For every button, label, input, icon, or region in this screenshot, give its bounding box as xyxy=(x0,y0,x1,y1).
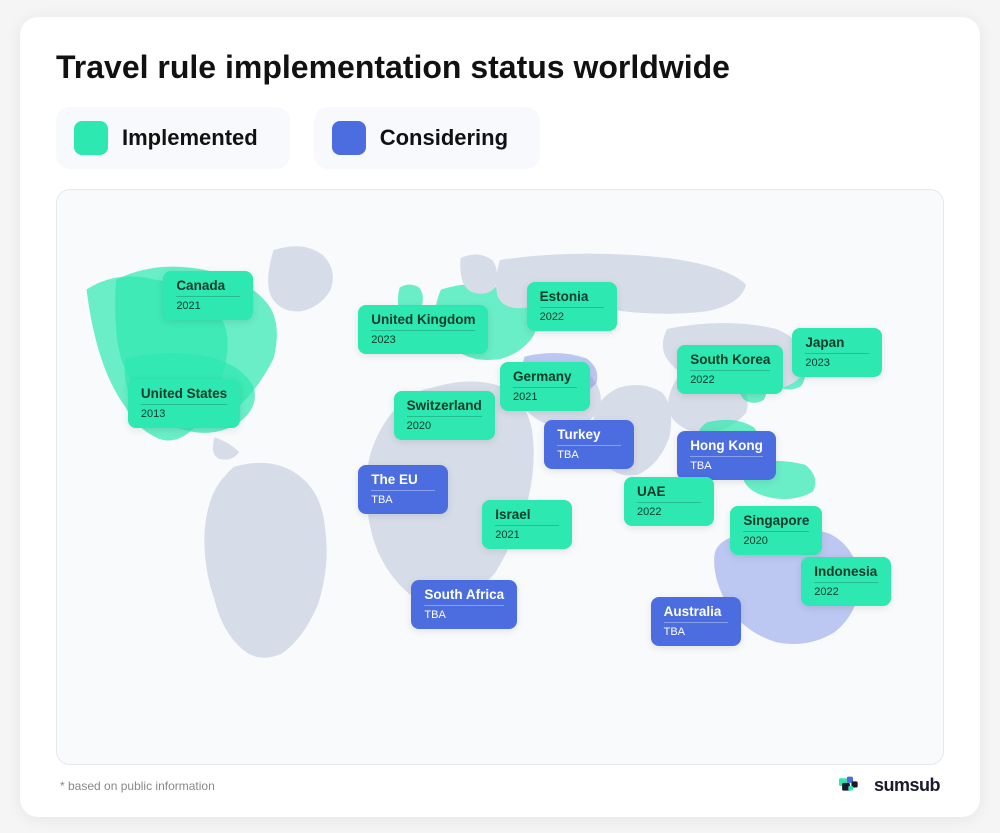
considering-label: Considering xyxy=(380,125,508,151)
country-box-canada: Canada 2021 xyxy=(163,271,253,320)
country-year-turkey: TBA xyxy=(557,445,621,461)
country-name-indonesia: Indonesia xyxy=(814,564,878,579)
country-box-singapore: Singapore 2020 xyxy=(730,506,822,555)
country-year-the-eu: TBA xyxy=(371,490,435,506)
country-box-uae: UAE 2022 xyxy=(624,477,714,526)
country-year-united-states: 2013 xyxy=(141,404,227,420)
country-name-uae: UAE xyxy=(637,484,701,499)
country-name-south-korea: South Korea xyxy=(690,352,770,367)
sumsub-logo-icon xyxy=(839,775,867,797)
country-box-united-kingdom: United Kingdom 2023 xyxy=(358,305,488,354)
legend-implemented: Implemented xyxy=(56,107,290,169)
country-year-united-kingdom: 2023 xyxy=(371,330,475,346)
country-year-switzerland: 2020 xyxy=(407,416,482,432)
country-year-estonia: 2022 xyxy=(540,307,604,323)
country-name-germany: Germany xyxy=(513,369,577,384)
page-title: Travel rule implementation status worldw… xyxy=(56,49,944,86)
country-name-japan: Japan xyxy=(805,335,869,350)
country-year-south-africa: TBA xyxy=(424,605,504,621)
country-name-united-kingdom: United Kingdom xyxy=(371,312,475,327)
map-area: .land { fill: #d6dce8; } .land-highlight… xyxy=(56,189,944,764)
country-name-hong-kong: Hong Kong xyxy=(690,438,763,453)
implemented-icon xyxy=(74,121,108,155)
country-name-canada: Canada xyxy=(176,278,240,293)
country-year-uae: 2022 xyxy=(637,502,701,518)
country-name-turkey: Turkey xyxy=(557,427,621,442)
legend-considering: Considering xyxy=(314,107,540,169)
legend: Implemented Considering xyxy=(56,107,944,169)
country-box-germany: Germany 2021 xyxy=(500,362,590,411)
country-year-australia: TBA xyxy=(664,622,728,638)
sumsub-brand-text: sumsub xyxy=(874,775,940,796)
country-year-south-korea: 2022 xyxy=(690,370,770,386)
country-year-singapore: 2020 xyxy=(743,531,809,547)
country-name-estonia: Estonia xyxy=(540,289,604,304)
considering-icon xyxy=(332,121,366,155)
country-year-germany: 2021 xyxy=(513,387,577,403)
country-name-singapore: Singapore xyxy=(743,513,809,528)
sumsub-logo: sumsub xyxy=(839,775,940,797)
footer-note: * based on public information xyxy=(60,779,215,793)
country-name-united-states: United States xyxy=(141,386,227,401)
country-name-the-eu: The EU xyxy=(371,472,435,487)
country-box-south-korea: South Korea 2022 xyxy=(677,345,783,394)
country-box-indonesia: Indonesia 2022 xyxy=(801,557,891,606)
footer: * based on public information sumsub xyxy=(56,775,944,797)
country-year-japan: 2023 xyxy=(805,353,869,369)
country-name-south-africa: South Africa xyxy=(424,587,504,602)
country-box-south-africa: South Africa TBA xyxy=(411,580,517,629)
country-box-estonia: Estonia 2022 xyxy=(527,282,617,331)
country-box-united-states: United States 2013 xyxy=(128,379,240,428)
country-box-turkey: Turkey TBA xyxy=(544,420,634,469)
country-box-hong-kong: Hong Kong TBA xyxy=(677,431,776,480)
country-name-australia: Australia xyxy=(664,604,728,619)
country-box-japan: Japan 2023 xyxy=(792,328,882,377)
main-card: Travel rule implementation status worldw… xyxy=(20,17,980,817)
country-box-switzerland: Switzerland 2020 xyxy=(394,391,495,440)
country-name-israel: Israel xyxy=(495,507,559,522)
implemented-label: Implemented xyxy=(122,125,258,151)
country-box-israel: Israel 2021 xyxy=(482,500,572,549)
country-year-israel: 2021 xyxy=(495,525,559,541)
country-year-hong-kong: TBA xyxy=(690,456,763,472)
country-box-australia: Australia TBA xyxy=(651,597,741,646)
country-year-canada: 2021 xyxy=(176,296,240,312)
country-name-switzerland: Switzerland xyxy=(407,398,482,413)
country-year-indonesia: 2022 xyxy=(814,582,878,598)
country-box-the-eu: The EU TBA xyxy=(358,465,448,514)
